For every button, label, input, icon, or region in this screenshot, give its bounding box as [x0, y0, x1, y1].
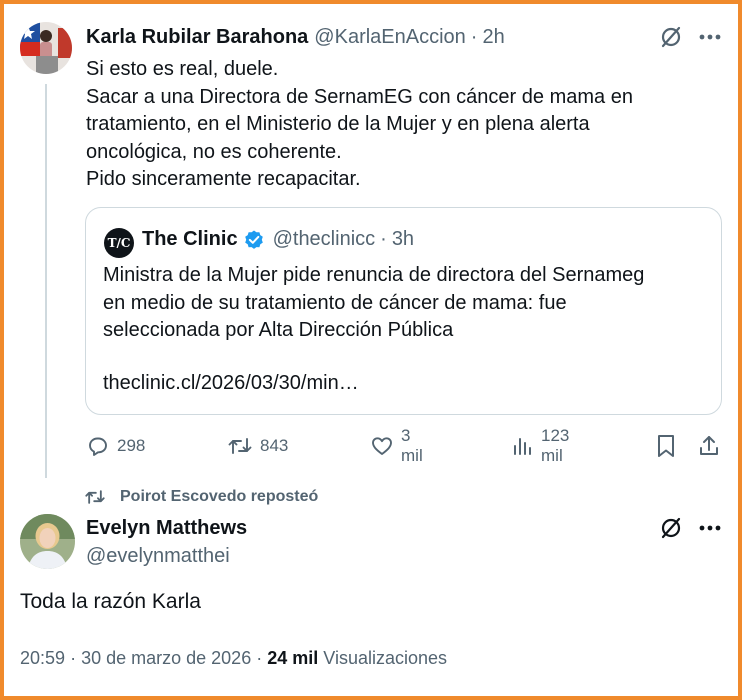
views-count: 123 mil [541, 426, 570, 465]
repost-notice-text: Poirot Escovedo reposteó [120, 488, 319, 505]
quote-text-line: seleccionada por Alta Dirección Pública [103, 319, 454, 341]
more-icon[interactable] [697, 26, 723, 48]
bookmark-button[interactable] [655, 430, 677, 462]
views-icon [512, 434, 534, 458]
tweet2-handle-row: @evelynmatthei [86, 545, 230, 568]
tweet2-author-handle[interactable]: @evelynmatthei [86, 545, 230, 568]
repost-count: 843 [260, 436, 289, 455]
verified-badge-icon [243, 229, 265, 251]
tweet1-text-line: tratamiento, en el Ministerio de la Muje… [86, 113, 590, 135]
thread-line [45, 84, 47, 478]
views-button[interactable]: 123 mil [512, 426, 569, 465]
repost-button[interactable]: 843 [227, 430, 288, 462]
reply-icon [86, 434, 110, 458]
like-count: 3 mil [401, 426, 423, 465]
quote-text: Ministra de la Mujer pide renuncia de di… [103, 262, 713, 345]
tweet2-meta: 20:59 · 30 de marzo de 2026 · 24 mil Vis… [20, 648, 447, 669]
tweet1-separator: · [470, 26, 478, 48]
repost-icon [227, 434, 253, 458]
avatar-evelyn[interactable] [20, 514, 75, 569]
tweet1-text-line: oncológica, no es coherente. [86, 140, 342, 163]
reply-count: 298 [117, 436, 146, 455]
quote-separator: · [380, 228, 387, 250]
quote-text-line: en medio de su tratamiento de cáncer de … [103, 291, 567, 314]
tweet2-views-label: Visualizaciones [323, 648, 448, 668]
tweet2-header: Evelyn Matthews [86, 517, 247, 540]
tweet1-time[interactable]: 2h [482, 26, 504, 49]
bookmark-icon [655, 433, 677, 459]
tweet1-text-line: Pido sinceramente recapacitar. [86, 168, 361, 190]
quote-text-line: Ministra de la Mujer pide renuncia de di… [103, 264, 645, 286]
tweet2-text: Toda la razón Karla [20, 590, 201, 613]
grok-icon[interactable] [658, 24, 684, 50]
quoted-tweet-card[interactable]: T/C The Clinic @theclinicc · 3h Ministra… [85, 207, 722, 415]
grok-icon[interactable] [658, 515, 684, 541]
like-button[interactable]: 3 mil [370, 426, 423, 465]
tweet1-author-name[interactable]: Karla Rubilar Barahona [86, 26, 308, 49]
like-icon [370, 434, 394, 458]
tweet1-text-line: Sacar a una Directora de SernamEG con cá… [86, 85, 633, 108]
share-icon [697, 434, 721, 458]
reply-button[interactable]: 298 [86, 430, 145, 462]
avatar-karla[interactable] [20, 22, 72, 74]
tweet2-date[interactable]: 30 de marzo de 2026 [81, 648, 251, 668]
meta-separator: · [256, 648, 263, 668]
tweet2-time[interactable]: 20:59 [20, 648, 65, 668]
repost-notice[interactable]: Poirot Escovedo reposteó [84, 487, 318, 507]
tweet1-text-line: Si esto es real, duele. [86, 58, 279, 80]
quote-author-handle[interactable]: @theclinicc [273, 228, 376, 251]
quote-header: The Clinic @theclinicc · 3h [142, 228, 414, 251]
meta-separator: · [70, 648, 77, 668]
tweet2-author-name[interactable]: Evelyn Matthews [86, 517, 247, 540]
tweet2-views-count: 24 mil [267, 648, 319, 668]
quote-avatar-logo[interactable]: T/C [104, 228, 134, 258]
quote-author-name[interactable]: The Clinic [142, 228, 238, 251]
quote-link[interactable]: theclinic.cl/2026/03/30/min… [103, 372, 359, 395]
tweet1-header: Karla Rubilar Barahona @KarlaEnAccion · … [86, 26, 505, 49]
share-button[interactable] [697, 430, 721, 462]
quote-time[interactable]: 3h [392, 228, 414, 251]
repost-icon [84, 487, 106, 507]
tweet1-text: Si esto es real, duele. Sacar a una Dire… [86, 56, 696, 194]
tweet1-author-handle[interactable]: @KarlaEnAccion [314, 26, 465, 49]
more-icon[interactable] [697, 517, 723, 539]
